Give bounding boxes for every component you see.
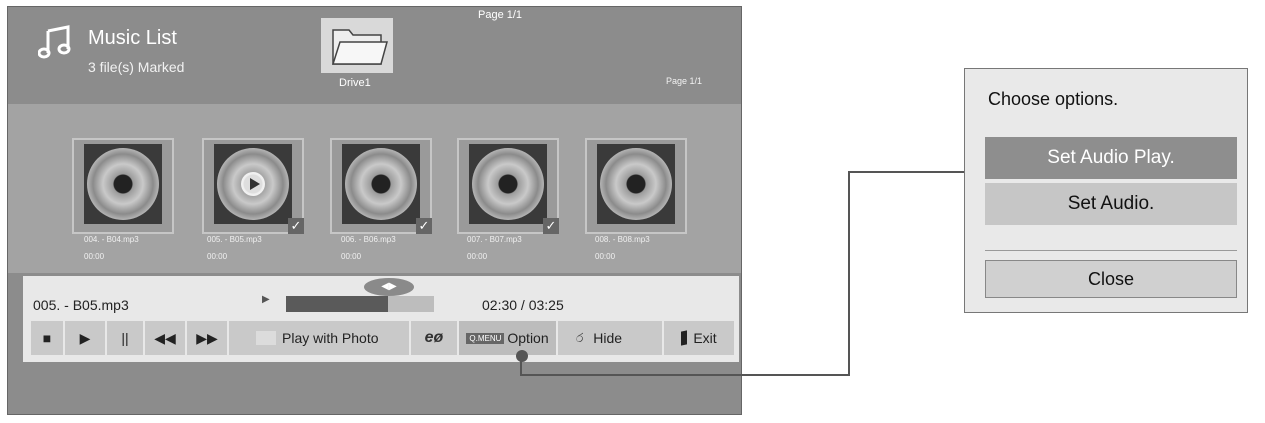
album-art [469, 144, 547, 224]
disc-icon [87, 148, 159, 220]
dialog-title: Choose options. [988, 89, 1119, 109]
hide-button[interactable]: ර Hide [558, 321, 662, 355]
play-state-icon: ▶ [262, 294, 270, 305]
options-dialog: Choose options. Set Audio Play. Set Audi… [964, 68, 1248, 313]
tv-screen: Music List 3 file(s) Marked Page 1/1 Dri… [7, 6, 742, 415]
screen-bottom-strip [8, 363, 741, 414]
play-with-photo-button[interactable]: Play with Photo [229, 321, 409, 355]
disc-icon [345, 148, 417, 220]
rewind-button[interactable]: ◀◀ [145, 321, 185, 355]
drive-label: Drive1 [339, 77, 371, 89]
player-control-panel: 005. - B05.mp3 ▶ ◀▶ 02:30 / 03:25 ■ ▶ ||… [23, 276, 739, 362]
play-with-photo-label: Play with Photo [282, 330, 379, 346]
forward-button[interactable]: ▶▶ [187, 321, 227, 355]
music-thumbnail[interactable]: ✓ [202, 138, 304, 234]
exit-door-icon [681, 330, 688, 346]
music-thumbnail[interactable] [72, 138, 174, 234]
stop-button[interactable]: ■ [31, 321, 63, 355]
thumbnail-duration: 00:00 [341, 252, 362, 261]
checkmark-icon: ✓ [416, 218, 432, 234]
thumbnail-duration: 00:00 [207, 252, 228, 261]
folder-icon [331, 29, 388, 65]
eco-icon: eø [424, 329, 444, 346]
progress-fill [286, 296, 389, 312]
album-art [342, 144, 420, 224]
color-key-icon [256, 331, 276, 345]
energy-saving-button[interactable]: eø [411, 321, 457, 355]
option-button[interactable]: Q.MENU Option [459, 321, 556, 355]
music-note-icon [38, 25, 71, 59]
disc-icon [472, 148, 544, 220]
seek-handle[interactable]: ◀▶ [364, 278, 414, 296]
thumbnail-filename: 008. - B08.mp3 [595, 235, 650, 244]
option-label: Option [507, 330, 549, 346]
callout-line [848, 171, 964, 173]
time-display: 02:30 / 03:25 [482, 297, 564, 313]
thumbnail-duration: 00:00 [595, 252, 616, 261]
thumbnail-filename: 004. - B04.mp3 [84, 235, 139, 244]
current-track-name: 005. - B05.mp3 [33, 297, 129, 313]
music-thumbnail[interactable] [585, 138, 687, 234]
set-audio-option[interactable]: Set Audio. [985, 183, 1237, 225]
album-art [214, 144, 292, 224]
dialog-divider [985, 250, 1237, 251]
checkmark-icon: ✓ [288, 218, 304, 234]
marked-count: 3 file(s) Marked [88, 59, 185, 75]
thumbnail-duration: 00:00 [467, 252, 488, 261]
thumbnail-filename: 007. - B07.mp3 [467, 235, 522, 244]
hide-icon: ර [576, 330, 584, 345]
disc-icon [600, 148, 672, 220]
set-audio-play-option[interactable]: Set Audio Play. [985, 137, 1237, 179]
page-indicator-top: Page 1/1 [478, 9, 523, 21]
play-icon [241, 172, 265, 196]
page-title: Music List [88, 27, 177, 49]
thumbnail-duration: 00:00 [84, 252, 105, 261]
drive-folder-button[interactable] [321, 18, 393, 73]
callout-line [848, 171, 850, 376]
exit-label: Exit [693, 330, 717, 346]
thumbnail-filename: 005. - B05.mp3 [207, 235, 262, 244]
hide-label: Hide [593, 330, 623, 346]
music-thumbnail[interactable]: ✓ [457, 138, 559, 234]
exit-button[interactable]: Exit [664, 321, 734, 355]
album-art [597, 144, 675, 224]
progress-bar[interactable] [286, 296, 434, 312]
play-button[interactable]: ▶ [65, 321, 105, 355]
music-thumbnail[interactable]: ✓ [330, 138, 432, 234]
callout-dot [516, 350, 528, 362]
close-button[interactable]: Close [985, 260, 1237, 298]
callout-line [520, 354, 522, 376]
checkmark-icon: ✓ [543, 218, 559, 234]
album-art [84, 144, 162, 224]
thumbnail-filename: 006. - B06.mp3 [341, 235, 396, 244]
pause-button[interactable]: || [107, 321, 143, 355]
qmenu-key-badge: Q.MENU [466, 332, 505, 344]
callout-line [520, 374, 850, 376]
page-indicator-right: Page 1/1 [666, 76, 703, 86]
